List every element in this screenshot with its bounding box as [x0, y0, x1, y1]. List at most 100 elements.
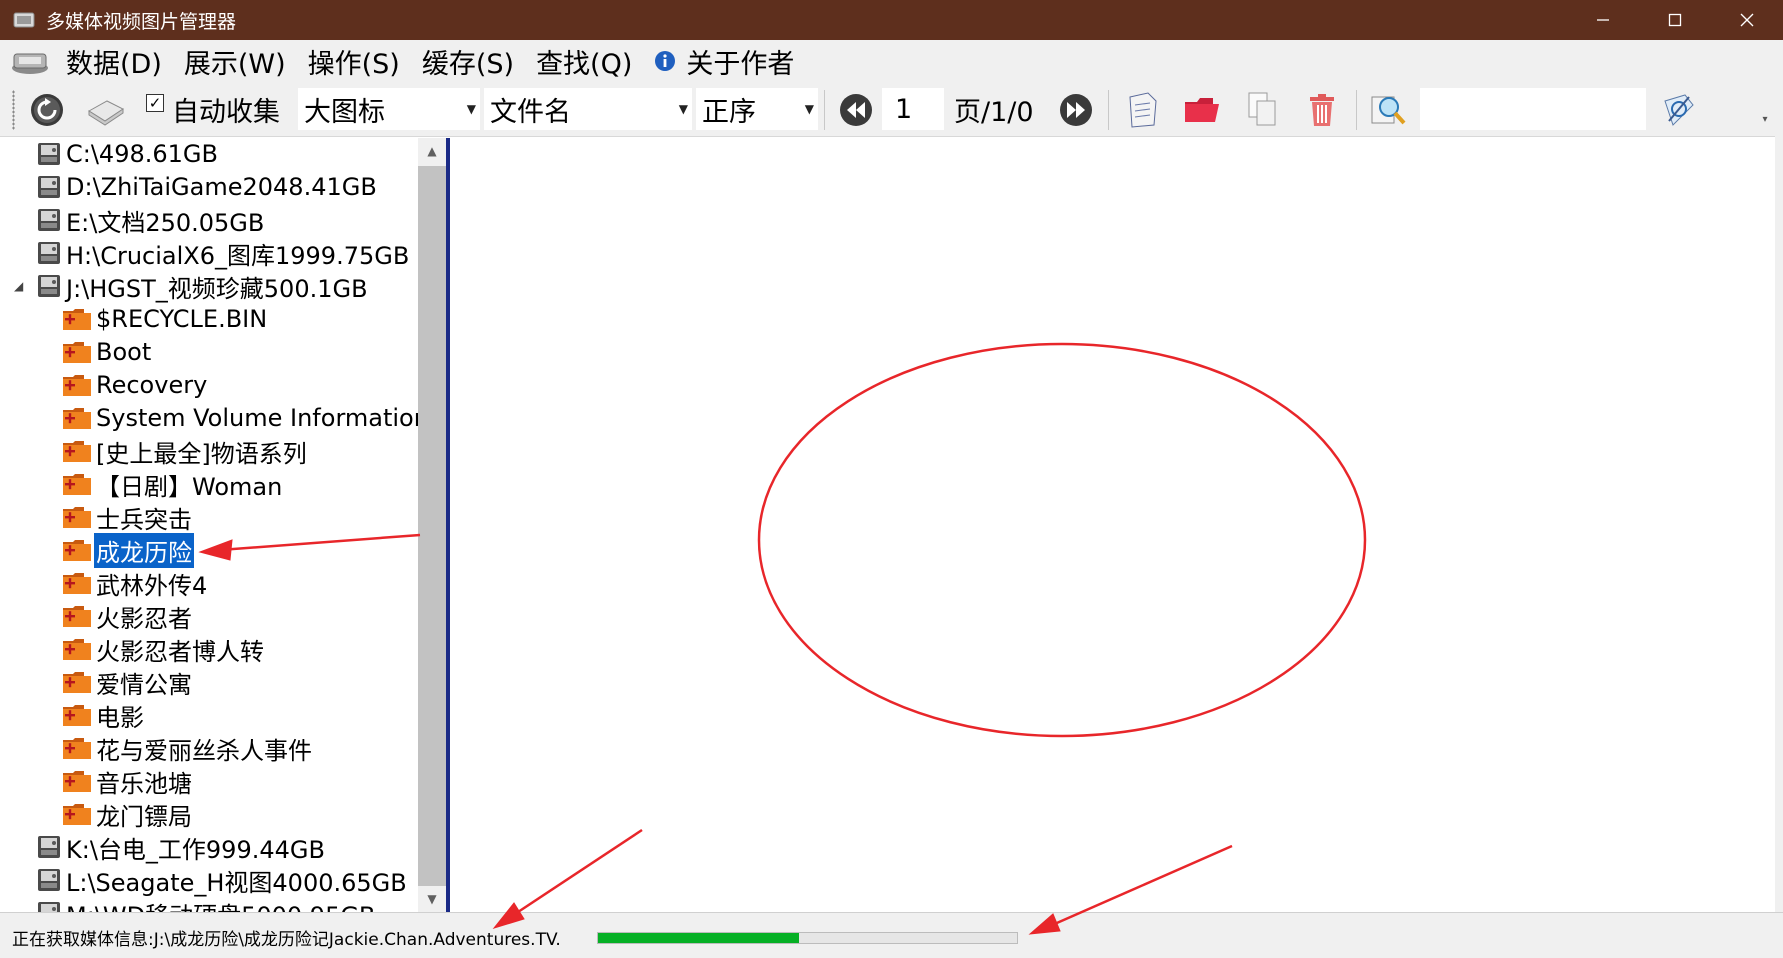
tree-item-label: 火影忍者博人转: [96, 637, 264, 666]
tree-item-label: K:\台电_工作999.44GB: [66, 835, 325, 864]
folder-icon: [63, 408, 91, 429]
window-title: 多媒体视频图片管理器: [46, 10, 237, 33]
refresh-icon: [31, 93, 63, 126]
folder-icon: [63, 474, 91, 495]
sort-order-value: 正序: [702, 96, 756, 128]
scroll-up-icon[interactable]: ▲: [418, 138, 446, 164]
fast-forward-icon: [1060, 93, 1092, 126]
tree-scrollbar[interactable]: ▲ ▼: [418, 138, 446, 912]
folder-icon: [63, 342, 91, 363]
tree-folder-item[interactable]: 成龙历险: [62, 531, 195, 569]
tree-folder-item[interactable]: $RECYCLE.BIN: [62, 303, 269, 335]
tree-folder-item[interactable]: [史上最全]物语系列: [62, 435, 309, 468]
search-input[interactable]: [1420, 88, 1646, 130]
hard-drive-icon: [38, 902, 60, 912]
rewind-icon: [840, 93, 872, 126]
tree-folder-item[interactable]: 龙门镖局: [62, 798, 194, 831]
info-icon: [655, 51, 676, 71]
auto-collect-checkbox[interactable]: ✓: [146, 94, 164, 112]
tree-drive-item[interactable]: ◢ J:\HGST_视频珍藏500.1GB: [14, 270, 370, 303]
sort-field-select[interactable]: 文件名 ▼: [484, 88, 692, 130]
tree-folder-item[interactable]: 火影忍者: [62, 600, 194, 633]
trash-icon: [1310, 93, 1334, 126]
tree-item-label: C:\498.61GB: [66, 140, 218, 168]
previous-page-button[interactable]: [834, 82, 878, 137]
tree-item-label: Boot: [96, 338, 152, 366]
tree-drive-item[interactable]: M:\WD移动硬盘5000.95GB: [36, 897, 377, 912]
progress-fill: [598, 933, 800, 943]
tree-drive-item[interactable]: H:\CrucialX6_图库1999.75GB: [36, 237, 411, 270]
menu-operate[interactable]: 操作(S): [308, 42, 400, 81]
tree-folder-item[interactable]: 音乐池塘: [62, 765, 194, 798]
app-icon: [13, 12, 35, 28]
tools-icon: [1664, 93, 1694, 126]
progress-bar: [597, 932, 1018, 944]
tree-folder-item[interactable]: 武林外传4: [62, 567, 209, 600]
tree-drive-item[interactable]: C:\498.61GB: [36, 138, 220, 170]
tree-folder-item[interactable]: 电影: [62, 699, 146, 732]
folder-icon: [63, 573, 91, 594]
tree-item-label: 士兵突击: [96, 505, 192, 534]
tree-item-label: 成龙历险: [93, 531, 195, 569]
refresh-button[interactable]: [26, 82, 68, 137]
close-button[interactable]: [1711, 0, 1783, 40]
toolbar: ✓ 自动收集 大图标 ▼ 文件名 ▼ 正序 ▼ 1 页/1/0 ▾: [0, 82, 1783, 137]
folder-icon: [63, 639, 91, 660]
tree-item-label: 【日剧】Woman: [96, 472, 283, 501]
minimize-button[interactable]: [1567, 0, 1639, 40]
tree-folder-item[interactable]: System Volume Information: [62, 402, 418, 434]
maximize-button[interactable]: [1639, 0, 1711, 40]
delete-button[interactable]: [1300, 82, 1344, 137]
tree-item-label: System Volume Information: [96, 404, 418, 432]
view-mode-dropdown-icon: ▼: [466, 102, 476, 116]
view-mode-select[interactable]: 大图标 ▼: [298, 88, 480, 130]
tree-item-label: $RECYCLE.BIN: [96, 305, 268, 333]
tree-folder-item[interactable]: 士兵突击: [62, 501, 194, 534]
menu-data[interactable]: 数据(D): [66, 42, 162, 81]
tree-item-label: 电影: [96, 703, 144, 732]
menu-about-author[interactable]: 关于作者: [686, 42, 794, 81]
auto-collect-toggle[interactable]: ✓ 自动收集: [146, 88, 280, 130]
folder-icon: [63, 441, 91, 462]
search-button[interactable]: [1366, 82, 1412, 137]
tree-drive-item[interactable]: K:\台电_工作999.44GB: [36, 831, 327, 864]
tree-drive-item[interactable]: D:\ZhiTaiGame2048.41GB: [36, 171, 379, 203]
toolbar-separator: [1108, 90, 1109, 130]
tree-folder-item[interactable]: 爱情公寓: [62, 666, 194, 699]
sort-field-dropdown-icon: ▼: [678, 102, 688, 116]
document-icon: [1129, 91, 1157, 128]
tree-drive-item[interactable]: L:\Seagate_H视图4000.65GB: [36, 864, 409, 897]
media-view[interactable]: [450, 138, 1783, 912]
copy-button[interactable]: [1240, 82, 1284, 137]
magnifier-icon: [1371, 96, 1406, 124]
menu-find[interactable]: 查找(Q): [536, 42, 632, 81]
scrollbar-thumb[interactable]: [418, 166, 446, 886]
tree-folder-item[interactable]: Boot: [62, 336, 153, 368]
hard-drive-icon: [38, 143, 60, 165]
menu-display[interactable]: 展示(W): [184, 42, 286, 81]
sort-field-value: 文件名: [490, 96, 571, 128]
books-button[interactable]: [84, 82, 128, 137]
folder-icon: [63, 540, 91, 561]
scroll-down-icon[interactable]: ▼: [418, 886, 446, 912]
page-number-input[interactable]: 1: [882, 88, 944, 130]
menu-cache[interactable]: 缓存(S): [422, 42, 514, 81]
document-button[interactable]: [1120, 82, 1164, 137]
tree-item-label: 爱情公寓: [96, 670, 192, 699]
folder-icon: [63, 375, 91, 396]
toolbar-grip[interactable]: [12, 90, 15, 130]
settings-tool-button[interactable]: [1656, 82, 1702, 137]
hard-drive-icon: [38, 275, 60, 297]
tree-folder-item[interactable]: 火影忍者博人转: [62, 633, 266, 666]
tree-drive-item[interactable]: E:\文档250.05GB: [36, 204, 266, 237]
next-page-button[interactable]: [1054, 82, 1098, 137]
open-folder-button[interactable]: [1180, 82, 1224, 137]
tree-expander-icon[interactable]: ◢: [14, 279, 23, 293]
folder-icon: [63, 507, 91, 528]
sort-order-select[interactable]: 正序 ▼: [696, 88, 818, 130]
hard-drive-icon: [38, 869, 60, 891]
tree-item-label: 火影忍者: [96, 604, 192, 633]
tree-folder-item[interactable]: 【日剧】Woman: [62, 468, 284, 501]
tree-folder-item[interactable]: Recovery: [62, 369, 209, 401]
tree-folder-item[interactable]: 花与爱丽丝杀人事件: [62, 732, 314, 765]
